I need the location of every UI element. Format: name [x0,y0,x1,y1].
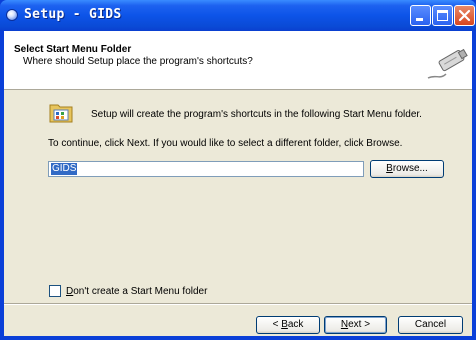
next-button[interactable]: Next > [324,316,387,334]
back-label: ack [287,319,304,330]
minimize-icon [416,18,423,21]
wizard-header: Select Start Menu Folder Where should Se… [4,31,472,90]
next-label: ext > [348,319,371,330]
no-start-menu-folder-label[interactable]: Don't create a Start Menu folder [66,286,207,297]
program-folder-icon [49,104,73,123]
start-menu-folder-input[interactable]: GIDS [48,161,364,177]
page-subtitle: Where should Setup place the program's s… [23,56,253,67]
browse-label: rowse... [392,163,428,174]
back-mnemonic: B [281,319,288,330]
folder-input-value: GIDS [51,163,78,175]
browse-button[interactable]: Browse... [370,160,444,178]
no-start-menu-folder-checkbox[interactable] [49,285,61,297]
close-icon [458,9,471,22]
footer-divider [4,303,472,305]
dialog-client-area: Select Start Menu Folder Where should Se… [4,31,472,336]
browse-mnemonic: B [386,163,393,174]
wizard-cable-icon [427,48,468,79]
minimize-button[interactable] [410,5,431,26]
setup-window: Setup - GIDS Select Start Menu Folder Wh… [0,0,476,340]
checkbox-label: on't create a Start Menu folder [73,286,208,297]
page-title: Select Start Menu Folder [14,44,132,55]
back-button[interactable]: < Back [256,316,320,334]
maximize-icon [437,10,448,21]
info-text: Setup will create the program's shortcut… [91,109,422,120]
back-prefix: < [272,319,282,330]
instruction-text: To continue, click Next. If you would li… [48,138,403,149]
app-icon[interactable] [6,9,18,21]
cancel-button[interactable]: Cancel [398,316,463,334]
maximize-button[interactable] [432,5,453,26]
title-bar[interactable]: Setup - GIDS [0,0,476,31]
window-title: Setup - GIDS [24,7,122,22]
close-button[interactable] [454,5,475,26]
